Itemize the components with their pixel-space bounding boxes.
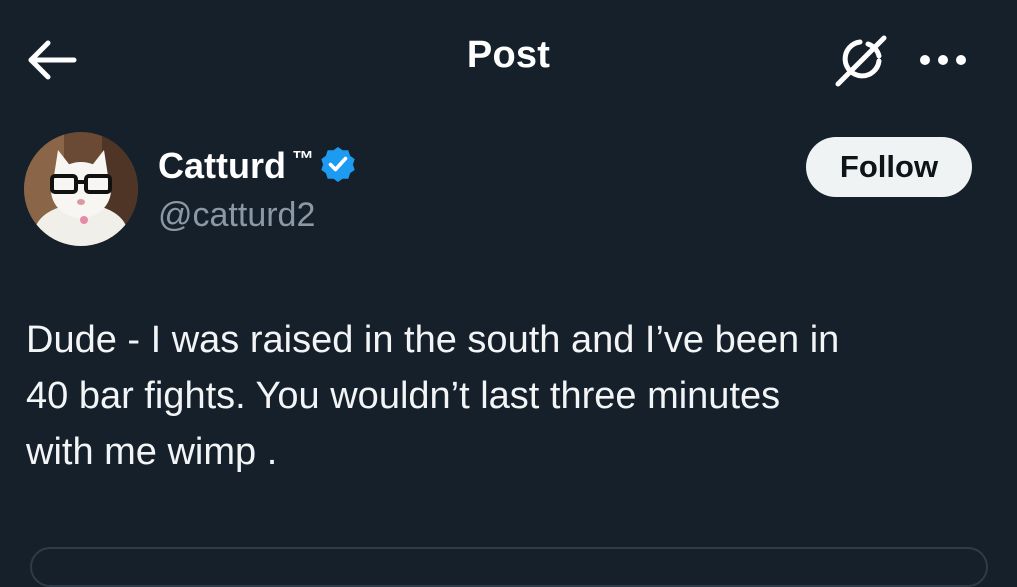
grok-button[interactable] [832,30,892,90]
post-text: Dude - I was raised in the south and I’v… [26,319,840,473]
more-options-button[interactable] [915,46,971,74]
follow-button[interactable]: Follow [806,137,972,197]
more-horizontal-icon [920,55,966,65]
grok-slash-icon [835,35,887,87]
bottom-card-edge [30,547,988,587]
back-button[interactable] [22,36,82,84]
white-cat-with-glasses-avatar [24,132,138,246]
avatar[interactable] [24,132,138,246]
author-display-name[interactable]: Catturd ™ [158,145,356,187]
top-bar: Post [0,0,1017,118]
author-handle[interactable]: @catturd2 [158,196,315,235]
display-name-text: Catturd [158,145,286,186]
verified-badge-icon [321,147,355,182]
trademark-symbol: ™ [292,146,314,171]
arrow-left-icon [28,40,77,80]
